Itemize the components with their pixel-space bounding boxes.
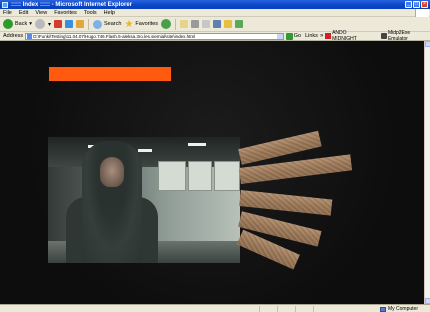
go-label: Go bbox=[293, 33, 302, 39]
extension-logo-icon bbox=[325, 33, 332, 39]
orange-header-bar bbox=[49, 67, 171, 81]
folder-button[interactable] bbox=[224, 20, 233, 28]
status-segment bbox=[278, 305, 296, 312]
messenger-button[interactable] bbox=[235, 20, 244, 28]
stop-button[interactable] bbox=[54, 20, 63, 28]
star-icon: ★ bbox=[124, 18, 134, 30]
print-button[interactable] bbox=[191, 20, 200, 28]
wall-panel bbox=[158, 161, 186, 191]
status-bar: My Computer bbox=[0, 304, 430, 312]
hooded-figure-face bbox=[100, 157, 124, 187]
edit-button[interactable] bbox=[202, 20, 211, 28]
search-label: Search bbox=[104, 21, 122, 27]
emulator-icon bbox=[381, 33, 387, 39]
hero-photo bbox=[48, 137, 240, 263]
minimize-button[interactable]: _ bbox=[405, 1, 412, 8]
mail-button[interactable] bbox=[180, 20, 189, 28]
status-segment bbox=[0, 305, 260, 312]
menu-tools[interactable]: Tools bbox=[84, 10, 97, 16]
favorites-label: Favorites bbox=[135, 21, 159, 27]
page-icon bbox=[27, 33, 33, 39]
title-bar: ::::: Index ::::: - Microsoft Internet E… bbox=[0, 0, 430, 9]
chevron-down-icon: ▾ bbox=[48, 21, 52, 28]
favorites-button[interactable]: ★ Favorites bbox=[124, 19, 158, 30]
address-label: Address bbox=[3, 33, 24, 39]
menu-help[interactable]: Help bbox=[104, 10, 115, 16]
chevron-down-icon: ▾ bbox=[29, 21, 32, 27]
wall-panel bbox=[214, 161, 240, 191]
toolbar-separator bbox=[175, 18, 177, 30]
menu-bar: File Edit View Favorites Tools Help bbox=[0, 9, 430, 17]
menu-edit[interactable]: Edit bbox=[19, 10, 28, 16]
history-button[interactable] bbox=[161, 19, 172, 29]
menu-view[interactable]: View bbox=[35, 10, 47, 16]
back-arrow-icon bbox=[3, 19, 13, 29]
search-button[interactable]: Search bbox=[93, 19, 122, 29]
home-button[interactable] bbox=[76, 20, 85, 28]
status-segment bbox=[260, 305, 278, 312]
menu-plank-3[interactable] bbox=[239, 190, 333, 216]
zone-label: My Computer bbox=[387, 306, 418, 312]
status-segment bbox=[296, 305, 314, 312]
chevron-right-icon: » bbox=[319, 33, 324, 39]
address-dropdown-icon[interactable] bbox=[276, 33, 283, 39]
maximize-button[interactable]: □ bbox=[413, 1, 420, 8]
menu-favorites[interactable]: Favorites bbox=[54, 10, 77, 16]
vertical-scrollbar[interactable] bbox=[424, 41, 430, 304]
forward-button[interactable] bbox=[35, 19, 45, 29]
page-viewport bbox=[0, 41, 424, 304]
address-value: D:\Funki\Testing\11.04.07\Hugo.746.Flash… bbox=[33, 33, 196, 39]
back-label: Back bbox=[15, 21, 28, 27]
computer-icon bbox=[379, 306, 386, 312]
scroll-up-button[interactable] bbox=[425, 41, 430, 47]
window-controls: _ □ × bbox=[405, 1, 428, 8]
go-button[interactable]: Go bbox=[285, 32, 302, 40]
close-button[interactable]: × bbox=[421, 1, 428, 8]
ie-icon bbox=[2, 1, 8, 8]
links-button[interactable]: Links bbox=[305, 33, 318, 39]
go-arrow-icon bbox=[285, 32, 293, 40]
ceiling-light bbox=[138, 149, 152, 152]
window-title: ::::: Index ::::: - Microsoft Internet E… bbox=[11, 1, 132, 8]
windows-logo-icon bbox=[415, 9, 429, 17]
toolbar-separator bbox=[88, 18, 90, 30]
discuss-button[interactable] bbox=[213, 20, 222, 28]
back-button[interactable]: Back ▾ bbox=[3, 19, 32, 29]
address-bar: Address D:\Funki\Testing\11.04.07\Hugo.7… bbox=[0, 30, 430, 42]
ceiling-light bbox=[188, 143, 206, 146]
wall-panel bbox=[188, 161, 212, 191]
refresh-button[interactable] bbox=[65, 20, 74, 28]
zone-indicator: My Computer bbox=[379, 306, 418, 312]
search-icon bbox=[93, 19, 103, 29]
menu-file[interactable]: File bbox=[3, 10, 12, 16]
address-input[interactable]: D:\Funki\Testing\11.04.07\Hugo.746.Flash… bbox=[25, 32, 284, 40]
